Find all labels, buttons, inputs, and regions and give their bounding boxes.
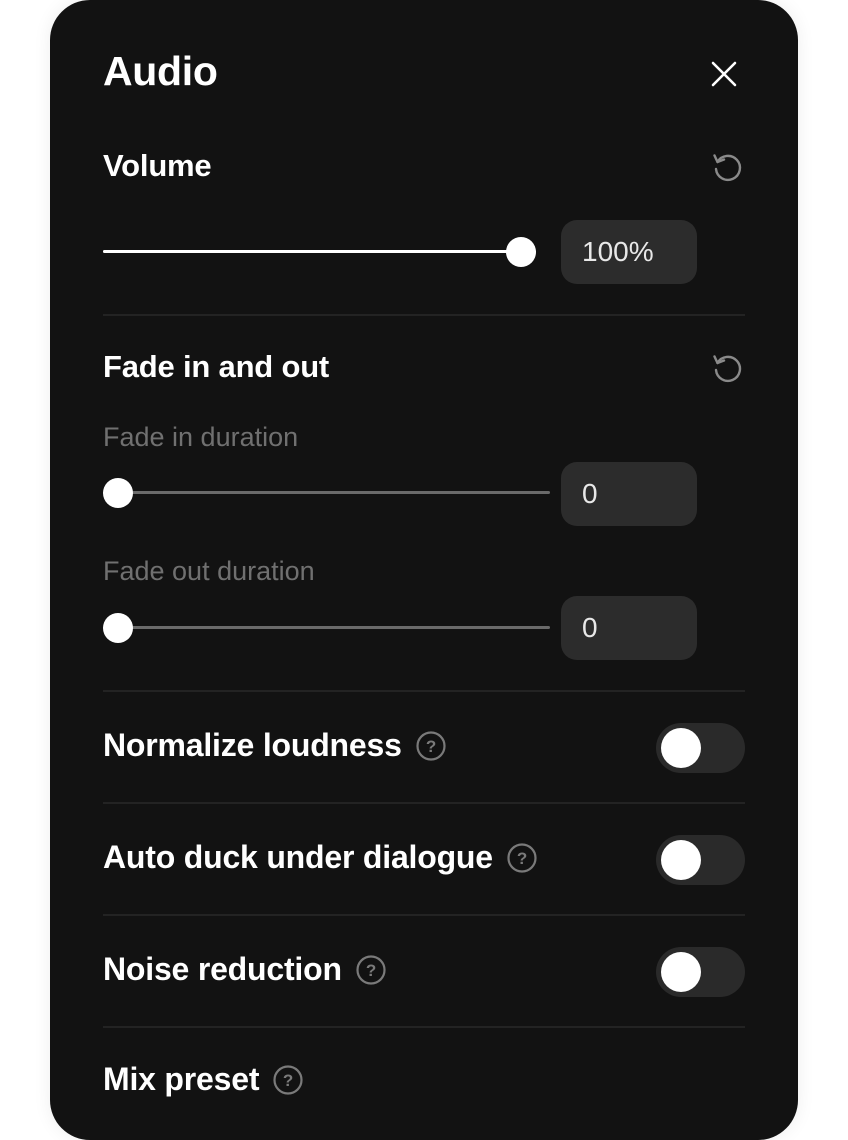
help-icon[interactable]: ? (415, 730, 447, 762)
toggle-knob (661, 840, 701, 880)
normalize-loudness-text: Normalize loudness (103, 727, 402, 763)
volume-title: Volume (103, 148, 212, 183)
audio-panel: Audio Volume 100% Fade in and out Fade i… (50, 0, 798, 1140)
svg-text:?: ? (366, 961, 376, 980)
auto-duck-toggle[interactable] (656, 835, 745, 885)
fade-out-label: Fade out duration (103, 556, 315, 586)
divider (103, 914, 745, 916)
fade-title: Fade in and out (103, 349, 330, 384)
fade-in-label: Fade in duration (103, 422, 299, 452)
auto-duck-text: Auto duck under dialogue (103, 839, 493, 875)
svg-text:?: ? (426, 737, 436, 756)
volume-reset-button[interactable] (709, 149, 745, 185)
mix-preset-label: Mix preset ? (103, 1061, 304, 1098)
volume-value-input[interactable]: 100% (561, 220, 697, 284)
noise-reduction-toggle[interactable] (656, 947, 745, 997)
noise-reduction-label: Noise reduction ? (103, 951, 387, 988)
slider-thumb[interactable] (103, 478, 133, 508)
question-circle-icon: ? (416, 730, 446, 761)
normalize-loudness-toggle[interactable] (656, 723, 745, 773)
mix-preset-text: Mix preset (103, 1061, 260, 1097)
panel-title: Audio (103, 48, 218, 94)
divider (103, 314, 745, 316)
toggle-knob (661, 728, 701, 768)
slider-thumb[interactable] (103, 613, 133, 643)
noise-reduction-text: Noise reduction (103, 951, 342, 987)
volume-slider[interactable] (103, 232, 536, 272)
slider-track (103, 626, 550, 629)
fade-in-value-input[interactable]: 0 (561, 462, 697, 526)
slider-fill (103, 250, 536, 253)
close-button[interactable] (706, 56, 742, 92)
help-icon[interactable]: ? (272, 1064, 304, 1096)
fade-out-value-input[interactable]: 0 (561, 596, 697, 660)
fade-out-slider[interactable] (103, 608, 550, 648)
normalize-loudness-label: Normalize loudness ? (103, 727, 447, 764)
divider (103, 802, 745, 804)
help-icon[interactable]: ? (506, 842, 538, 874)
fade-reset-button[interactable] (709, 350, 745, 386)
divider (103, 690, 745, 692)
help-icon[interactable]: ? (355, 954, 387, 986)
divider (103, 1026, 745, 1028)
reset-icon (713, 355, 742, 383)
question-circle-icon: ? (356, 954, 386, 985)
slider-thumb[interactable] (506, 237, 536, 267)
fade-in-slider[interactable] (103, 473, 550, 513)
svg-text:?: ? (283, 1071, 293, 1090)
svg-text:?: ? (517, 849, 527, 868)
close-icon (711, 61, 737, 87)
slider-track (103, 491, 550, 494)
question-circle-icon: ? (273, 1064, 303, 1095)
toggle-knob (661, 952, 701, 992)
reset-icon (713, 154, 742, 182)
question-circle-icon: ? (507, 842, 537, 873)
auto-duck-label: Auto duck under dialogue ? (103, 839, 538, 876)
